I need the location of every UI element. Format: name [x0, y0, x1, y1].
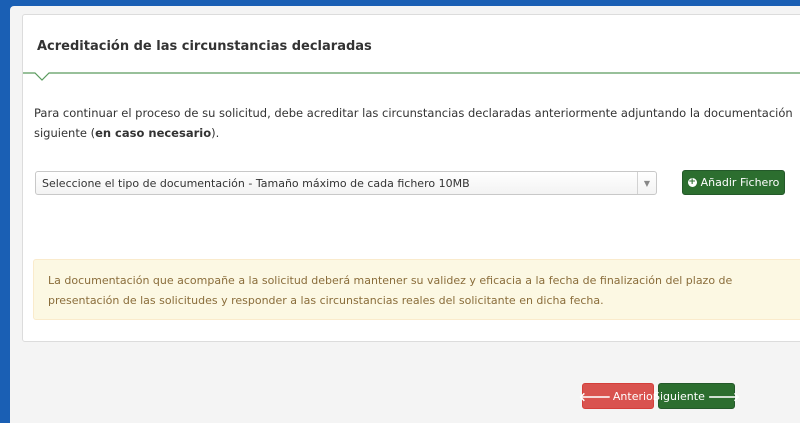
next-label: Siguiente [652, 389, 705, 403]
warning-text: La documentación que acompañe a la solic… [48, 274, 733, 307]
add-file-label: Añadir Fichero [700, 176, 780, 189]
panel-title: Acreditación de las circunstancias decla… [37, 39, 372, 54]
header-divider [23, 72, 800, 81]
previous-button[interactable]: 🡐 Anterior [578, 383, 658, 409]
document-type-select-value: Seleccione el tipo de documentación - Ta… [42, 177, 470, 190]
select-arrow-icon[interactable]: ▼ [637, 172, 656, 194]
previous-label: Anterior [612, 389, 658, 403]
arrow-left-icon: 🡐 [578, 389, 611, 404]
document-type-select[interactable]: Seleccione el tipo de documentación - Ta… [35, 171, 657, 195]
documentation-panel: Acreditación de las circunstancias decla… [22, 14, 800, 342]
intro-bold-text: en caso necesario [95, 126, 212, 140]
arrow-right-icon: 🡒 [707, 389, 741, 404]
add-file-button[interactable]: + Añadir Fichero [682, 170, 785, 195]
plus-circle-icon: + [687, 177, 697, 187]
warning-alert: La documentación que acompañe a la solic… [33, 259, 800, 320]
intro-end-text: ). [211, 126, 220, 140]
next-button[interactable]: Siguiente 🡒 [653, 383, 740, 409]
page-frame: Acreditación de las circunstancias decla… [10, 6, 800, 423]
intro-paragraph: Para continuar el proceso de su solicitu… [34, 103, 800, 143]
